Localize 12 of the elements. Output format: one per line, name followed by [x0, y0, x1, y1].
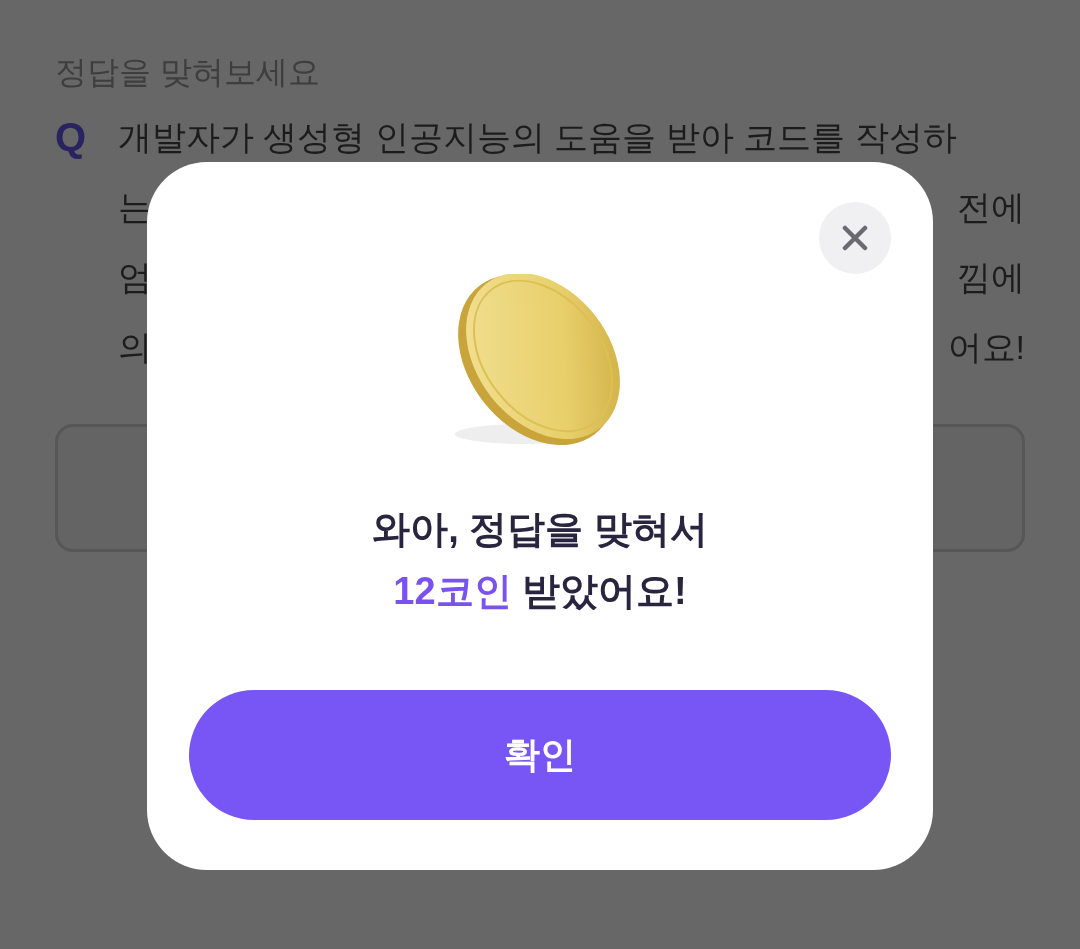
question-text: 개발자가 생성형 인공지능의 도움을 받아 코드를 작성하	[118, 117, 957, 158]
reward-message: 12코인 받았어요!	[393, 569, 687, 614]
close-icon	[842, 225, 868, 251]
question-text: 어요!	[947, 327, 1025, 368]
question-text: 의	[118, 327, 152, 368]
question-text: 는	[118, 187, 152, 228]
question-text: 전에	[957, 187, 1025, 228]
reward-title: 와아, 정답을 맞혀서	[372, 507, 708, 552]
question-mark: Q	[55, 115, 87, 159]
question-text: 엄	[118, 257, 152, 298]
confirm-button[interactable]: 확인	[189, 690, 891, 820]
question-text: 낌에	[957, 257, 1025, 298]
